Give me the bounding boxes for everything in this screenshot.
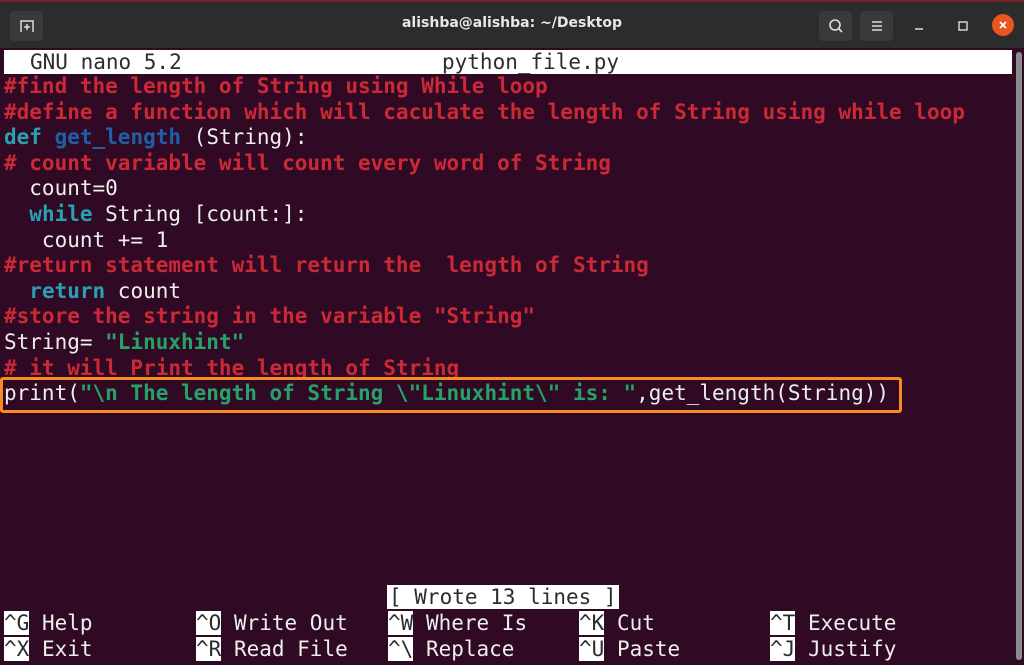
shortcut-key: ^J xyxy=(770,636,796,661)
search-icon xyxy=(828,19,843,33)
maximize-button[interactable] xyxy=(951,14,975,38)
shortcut-exit[interactable]: ^X Exit xyxy=(4,636,93,663)
code-keyword: def xyxy=(4,125,42,150)
shortcut-read-file[interactable]: ^R Read File xyxy=(196,636,348,663)
code-keyword: return xyxy=(29,278,106,303)
nano-version: GNU nano 5.2 xyxy=(30,50,182,74)
code-string: "Linuxhint" xyxy=(105,329,245,354)
code-text: count=0 xyxy=(4,176,118,201)
code-comment: #return statement will return the length… xyxy=(4,253,649,278)
window-titlebar: alishba@alishba: ~/Desktop xyxy=(0,0,1024,48)
search-button[interactable] xyxy=(819,11,852,41)
shortcut-label: Cut xyxy=(604,611,655,635)
shortcut-label: Justify xyxy=(795,636,897,661)
shortcut-label: Write Out xyxy=(221,611,348,635)
status-message: [ Wrote 13 lines ] xyxy=(387,585,619,609)
code-line: #return statement will return the length… xyxy=(4,253,965,279)
shortcut-label: Execute xyxy=(795,611,897,635)
shortcut-key: ^U xyxy=(579,636,605,661)
code-text: count += 1 xyxy=(4,227,169,252)
minimize-icon xyxy=(915,28,923,30)
code-text: String [count:]: xyxy=(92,201,308,226)
shortcut-key: ^K xyxy=(579,611,605,635)
shortcut-write-out[interactable]: ^O Write Out xyxy=(196,611,348,637)
code-line: return count xyxy=(4,279,965,305)
shortcut-label: Exit xyxy=(29,636,93,661)
code-text: (String): xyxy=(181,125,308,150)
code-line: String= "Linuxhint" xyxy=(4,330,965,356)
code-line: #store the string in the variable "Strin… xyxy=(4,304,965,330)
scrollbar[interactable] xyxy=(1016,52,1022,660)
shortcut-key: ^T xyxy=(770,611,796,635)
file-name: python_file.py xyxy=(442,50,620,74)
shortcut-key: ^W xyxy=(388,611,414,635)
hamburger-menu-icon xyxy=(871,21,882,31)
close-icon xyxy=(999,21,1007,29)
code-comment: #find the length of String using While l… xyxy=(4,74,548,98)
code-line: #define a function which will caculate t… xyxy=(4,100,965,126)
code-line: def get_length (String): xyxy=(4,125,965,151)
shortcut-key: ^X xyxy=(4,636,30,661)
code-line: while String [count:]: xyxy=(4,202,965,228)
shortcut-execute[interactable]: ^T Execute xyxy=(770,611,896,637)
code-function-name: get_length xyxy=(54,125,182,150)
code-comment: # count variable will count every word o… xyxy=(4,150,611,175)
code-editor[interactable]: #find the length of String using While l… xyxy=(4,74,965,407)
nano-header-bar: GNU nano 5.2 python_file.py xyxy=(4,50,1012,74)
code-line: # count variable will count every word o… xyxy=(4,151,965,177)
shortcut-key: ^\ xyxy=(388,636,414,661)
shortcut-label: Help xyxy=(29,611,93,635)
code-line: #find the length of String using While l… xyxy=(4,74,965,100)
terminal-area[interactable]: GNU nano 5.2 python_file.py #find the le… xyxy=(0,48,1024,665)
code-line: count += 1 xyxy=(4,228,965,254)
shortcut-key: ^R xyxy=(196,636,222,661)
shortcut-label: Where Is xyxy=(413,611,528,635)
shortcut-label: Replace xyxy=(413,636,515,661)
shortcut-justify[interactable]: ^J Justify xyxy=(770,636,897,663)
shortcut-cut[interactable]: ^K Cut xyxy=(579,611,655,637)
code-comment: #define a function which will caculate t… xyxy=(4,99,965,124)
shortcut-replace[interactable]: ^\ Replace xyxy=(388,636,515,663)
highlight-box xyxy=(0,377,902,413)
code-text: count xyxy=(105,278,182,303)
minimize-button[interactable] xyxy=(907,14,931,38)
shortcut-key: ^G xyxy=(4,611,30,635)
shortcut-label: Read File xyxy=(221,636,348,661)
close-button[interactable] xyxy=(992,14,1014,36)
shortcut-help[interactable]: ^G Help xyxy=(4,611,93,637)
code-comment: # it will Print the length of String xyxy=(4,355,460,380)
shortcut-label: Paste xyxy=(604,636,681,661)
menu-button[interactable] xyxy=(860,11,893,41)
code-comment: #store the string in the variable "Strin… xyxy=(4,304,536,329)
code-line: count=0 xyxy=(4,176,965,202)
code-keyword: while xyxy=(29,201,93,226)
shortcut-where-is[interactable]: ^W Where Is xyxy=(388,611,527,637)
maximize-icon xyxy=(958,21,968,31)
shortcut-paste[interactable]: ^U Paste xyxy=(579,636,681,663)
shortcut-key: ^O xyxy=(196,611,222,635)
code-text: String= xyxy=(4,329,106,354)
